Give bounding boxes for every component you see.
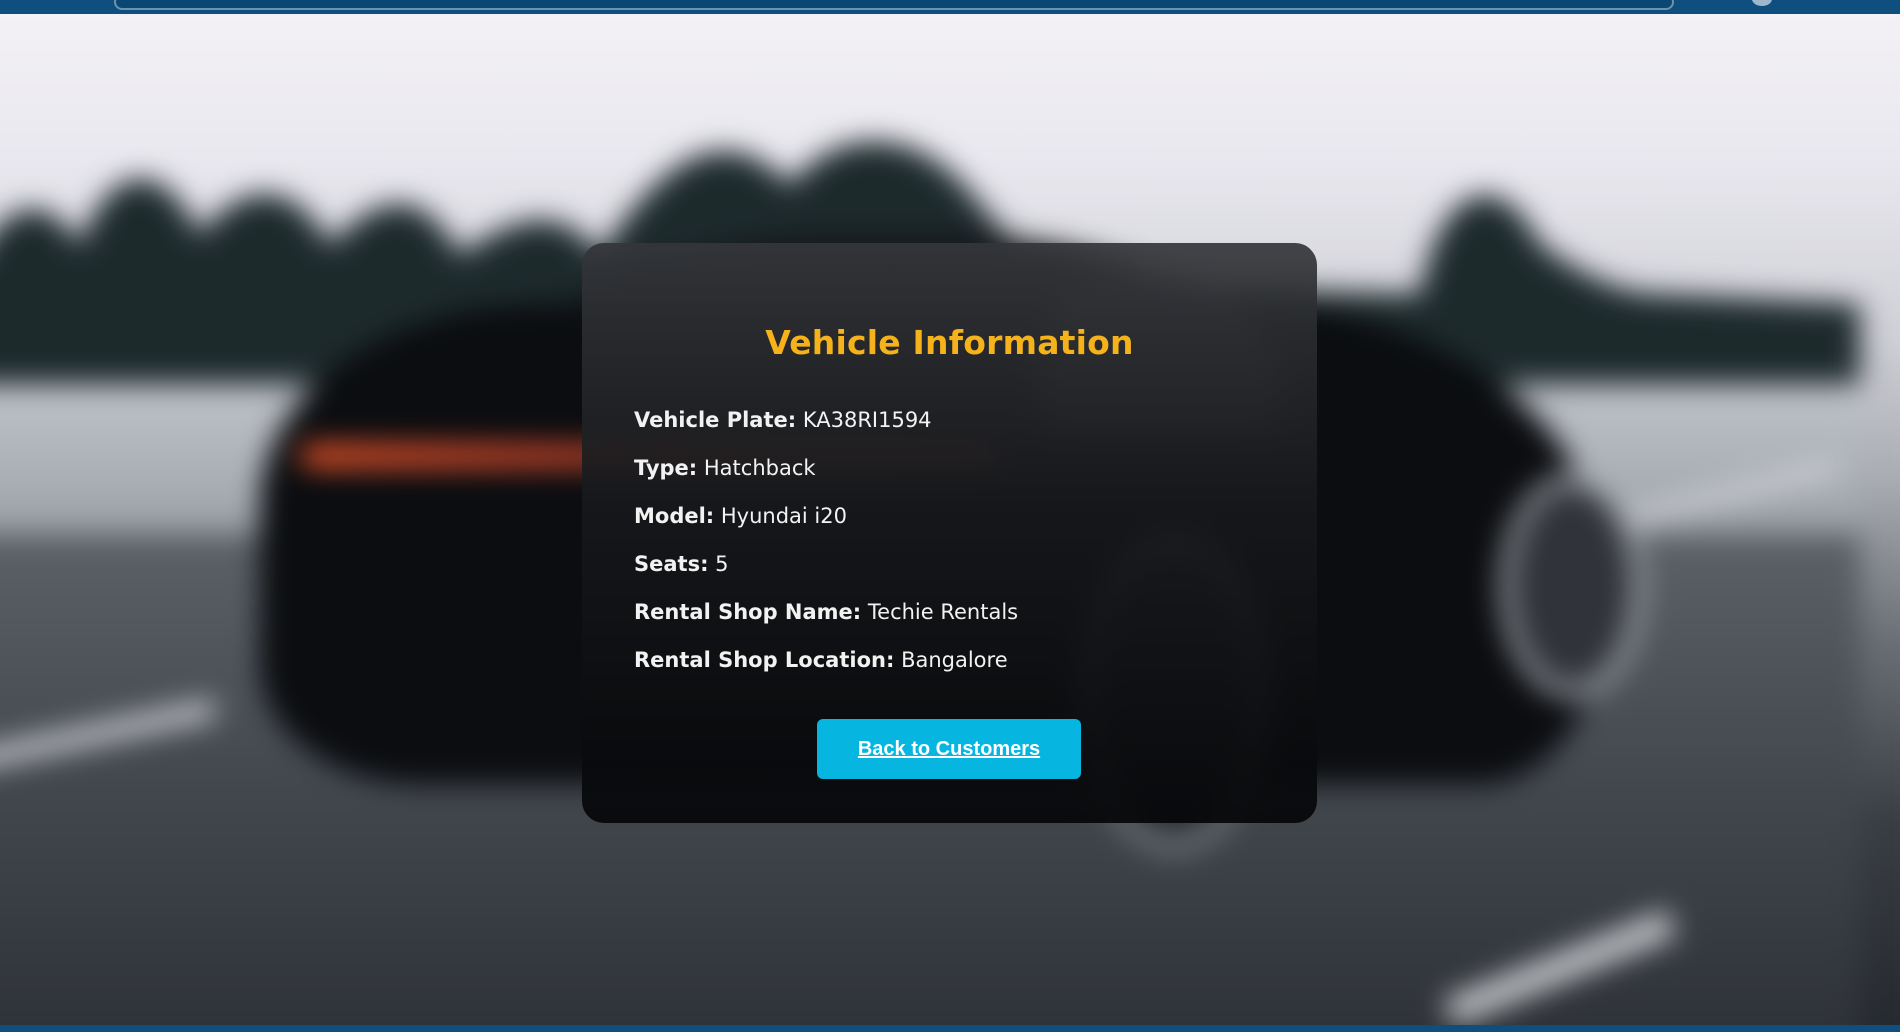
detail-label: Seats: bbox=[634, 552, 709, 576]
bottom-bar bbox=[0, 1025, 1900, 1032]
detail-row-seats: Seats: 5 bbox=[634, 548, 1018, 596]
top-nav-bar bbox=[0, 0, 1900, 14]
detail-row-type: Type: Hatchback bbox=[634, 452, 1018, 500]
car-wheel bbox=[1500, 474, 1644, 698]
detail-value: Techie Rentals bbox=[867, 600, 1019, 624]
detail-value: KA38RI1594 bbox=[802, 408, 932, 432]
detail-value: Hatchback bbox=[703, 456, 816, 480]
vehicle-details-list: Vehicle Plate: KA38RI1594 Type: Hatchbac… bbox=[634, 404, 1018, 692]
detail-label: Model: bbox=[634, 504, 715, 528]
detail-label: Vehicle Plate: bbox=[634, 408, 797, 432]
vehicle-info-card: Vehicle Information Vehicle Plate: KA38R… bbox=[582, 243, 1317, 823]
detail-label: Rental Shop Name: bbox=[634, 600, 862, 624]
detail-row-model: Model: Hyundai i20 bbox=[634, 500, 1018, 548]
detail-row-shop-location: Rental Shop Location: Bangalore bbox=[634, 644, 1018, 692]
search-bar[interactable] bbox=[114, 0, 1674, 10]
detail-row-shop-name: Rental Shop Name: Techie Rentals bbox=[634, 596, 1018, 644]
detail-row-plate: Vehicle Plate: KA38RI1594 bbox=[634, 404, 1018, 452]
detail-value: Hyundai i20 bbox=[720, 504, 847, 528]
hero-background-image: Vehicle Information Vehicle Plate: KA38R… bbox=[0, 14, 1900, 1025]
card-title: Vehicle Information bbox=[765, 323, 1134, 362]
profile-icon[interactable] bbox=[1752, 0, 1772, 6]
back-to-customers-button[interactable]: Back to Customers bbox=[817, 719, 1081, 779]
detail-label: Rental Shop Location: bbox=[634, 648, 895, 672]
detail-value: Bangalore bbox=[901, 648, 1008, 672]
detail-value: 5 bbox=[715, 552, 729, 576]
detail-label: Type: bbox=[634, 456, 698, 480]
